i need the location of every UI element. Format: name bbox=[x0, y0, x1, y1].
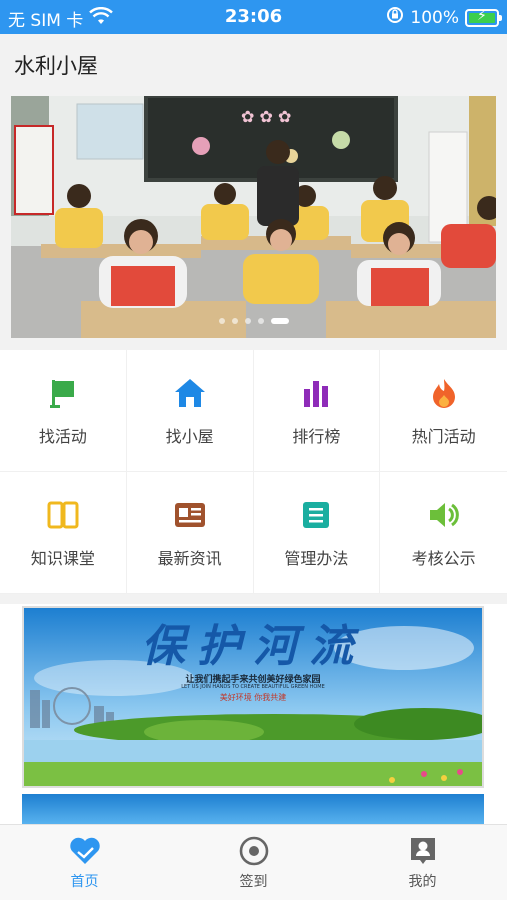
nav-profile[interactable]: 我的 bbox=[338, 825, 507, 900]
menu-label: 管理办法 bbox=[284, 548, 349, 568]
menu-label: 找活动 bbox=[38, 426, 87, 446]
feature-menu-grid: 找活动 找小屋 排行榜 热门活动 知识课堂 最新资讯 管理办法 考核公示 bbox=[0, 350, 507, 594]
menu-item-assessment-notice[interactable]: 考核公示 bbox=[380, 472, 507, 594]
protect-rivers-poster[interactable]: 保护河流 让我们携起手来共创美好绿色家园 LET US JOIN HANDS T… bbox=[22, 606, 484, 788]
battery-percent: 100% bbox=[410, 7, 459, 28]
menu-label: 知识课堂 bbox=[30, 548, 95, 568]
poster-tagline-en: LET US JOIN HANDS TO CREATE BEAUTIFUL GR… bbox=[181, 684, 325, 690]
carousel-dot[interactable] bbox=[270, 318, 289, 324]
carousel-dot[interactable] bbox=[218, 318, 225, 324]
nav-label: 签到 bbox=[239, 873, 268, 890]
bar-chart-icon bbox=[298, 375, 334, 411]
heart-hands-icon bbox=[69, 835, 101, 867]
status-right: 100% ⚡ bbox=[386, 6, 502, 29]
svg-text:✿ ✿ ✿: ✿ ✿ ✿ bbox=[241, 107, 291, 126]
poster-headline: 保护河流 bbox=[141, 621, 365, 672]
poster-section: 保护河流 让我们携起手来共创美好绿色家园 LET US JOIN HANDS T… bbox=[0, 604, 507, 824]
banner-carousel[interactable]: ✿ ✿ ✿ bbox=[11, 96, 496, 338]
menu-item-latest-news[interactable]: 最新资讯 bbox=[126, 472, 254, 594]
battery-icon: ⚡ bbox=[465, 7, 502, 27]
target-circle-icon bbox=[238, 835, 270, 867]
open-book-icon bbox=[45, 497, 81, 533]
bottom-navigation: 首页 签到 我的 bbox=[0, 824, 507, 900]
menu-item-hot-activity[interactable]: 热门活动 bbox=[380, 350, 507, 472]
flame-icon bbox=[426, 375, 462, 411]
second-poster-preview[interactable] bbox=[22, 794, 484, 824]
carousel-dot[interactable] bbox=[257, 318, 264, 324]
status-bar: 无 SIM 卡 23:06 100% ⚡ bbox=[0, 0, 507, 34]
nav-label: 首页 bbox=[70, 873, 99, 890]
menu-item-find-house[interactable]: 找小屋 bbox=[126, 350, 254, 472]
nav-home[interactable]: 首页 bbox=[0, 825, 169, 900]
menu-label: 找小屋 bbox=[165, 426, 214, 446]
nav-checkin[interactable]: 签到 bbox=[169, 825, 338, 900]
document-list-icon bbox=[298, 497, 334, 533]
menu-item-knowledge-class[interactable]: 知识课堂 bbox=[0, 472, 127, 594]
page-title: 水利小屋 bbox=[14, 54, 98, 78]
menu-label: 考核公示 bbox=[411, 548, 476, 568]
menu-item-leaderboard[interactable]: 排行榜 bbox=[253, 350, 381, 472]
charging-bolt-icon: ⚡ bbox=[477, 7, 487, 24]
classroom-photo: ✿ ✿ ✿ bbox=[11, 96, 496, 338]
carousel-indicators bbox=[11, 318, 496, 324]
menu-label: 最新资讯 bbox=[157, 548, 222, 568]
speaker-icon bbox=[426, 497, 462, 533]
menu-label: 排行榜 bbox=[292, 426, 341, 446]
menu-label: 热门活动 bbox=[411, 426, 476, 446]
poster-slogan: 美好环境 你我共建 bbox=[219, 693, 287, 702]
rotation-lock-icon bbox=[386, 6, 404, 29]
menu-item-find-activity[interactable]: 找活动 bbox=[0, 350, 127, 472]
news-card-icon bbox=[172, 497, 208, 533]
carousel-dot[interactable] bbox=[244, 318, 251, 324]
flag-icon bbox=[45, 375, 81, 411]
nav-label: 我的 bbox=[408, 873, 437, 890]
menu-item-management-rules[interactable]: 管理办法 bbox=[253, 472, 381, 594]
house-icon bbox=[172, 375, 208, 411]
profile-card-icon bbox=[407, 835, 439, 867]
carousel-dot[interactable] bbox=[231, 318, 238, 324]
app-header: 水利小屋 bbox=[0, 34, 507, 92]
